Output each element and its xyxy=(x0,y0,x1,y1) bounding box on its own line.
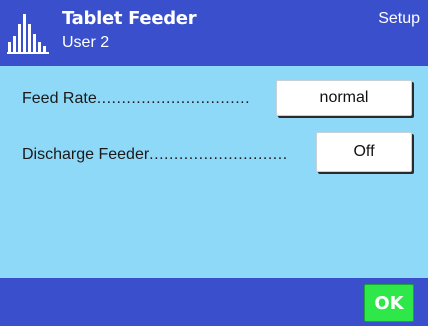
user-label: User 2 xyxy=(62,34,110,51)
screen: Tablet Feeder User 2 Setup Feed Rate....… xyxy=(0,0,428,326)
discharge-feeder-label: Discharge Feeder........................… xyxy=(22,146,288,164)
discharge-feeder-dots: ............................ xyxy=(149,146,288,163)
feed-rate-button[interactable]: normal xyxy=(276,80,412,116)
balance-bars-icon xyxy=(7,14,49,54)
mode-label: Setup xyxy=(378,10,420,27)
feed-rate-label: Feed Rate............................... xyxy=(22,90,250,108)
header-bar: Tablet Feeder User 2 Setup xyxy=(0,0,428,66)
feed-rate-label-text: Feed Rate xyxy=(22,90,97,107)
page-title: Tablet Feeder xyxy=(62,8,197,29)
ok-button[interactable]: OK xyxy=(364,284,414,322)
feed-rate-dots: ............................... xyxy=(96,90,251,107)
discharge-feeder-button[interactable]: Off xyxy=(316,132,412,172)
discharge-feeder-label-text: Discharge Feeder xyxy=(22,146,150,163)
